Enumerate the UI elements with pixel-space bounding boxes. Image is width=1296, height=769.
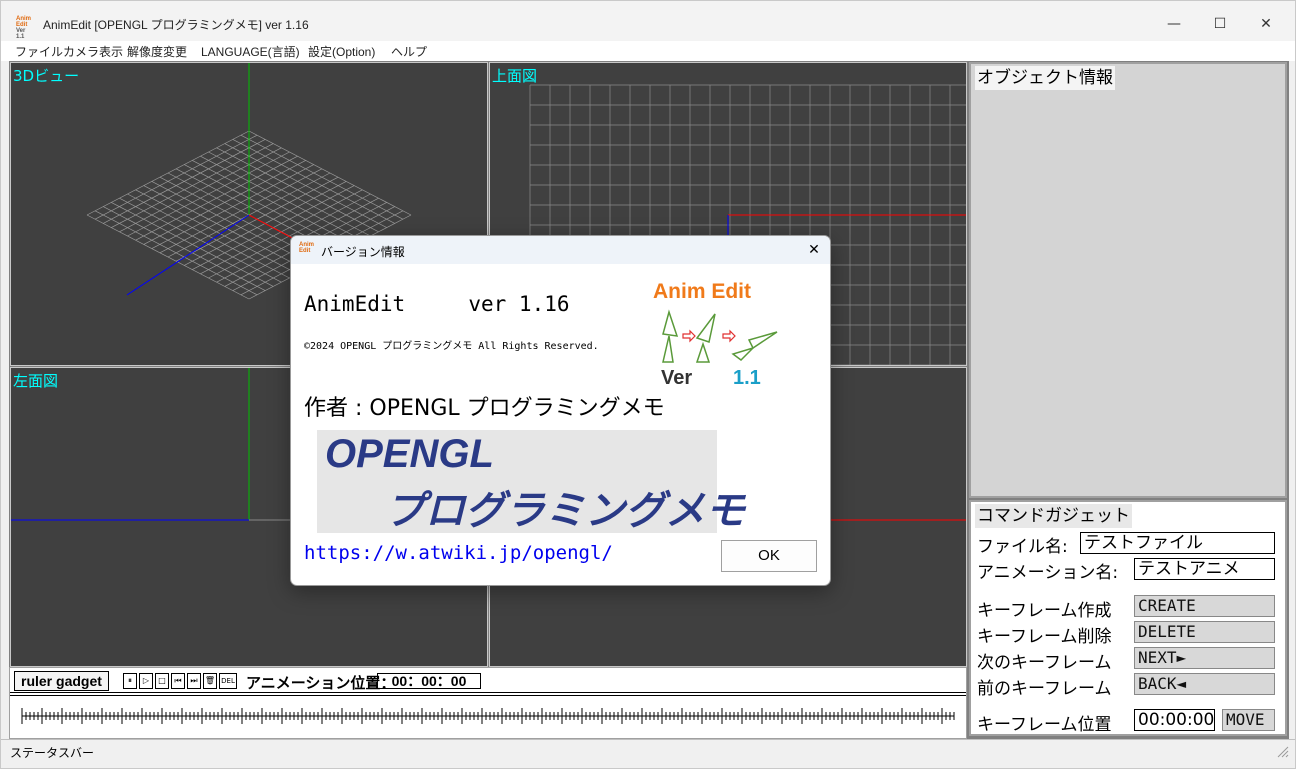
menu-camera[interactable]: カメラ表示: [63, 43, 123, 60]
dialog-title: バージョン情報: [321, 245, 405, 259]
object-info-panel: オブジェクト情報: [969, 62, 1287, 498]
dialog-close-button[interactable]: ✕: [802, 238, 826, 262]
dialog-icon-text-2: Edit: [299, 248, 311, 254]
website-link[interactable]: https://w.atwiki.jp/opengl/: [304, 542, 613, 564]
minimize-button[interactable]: —: [1151, 9, 1197, 39]
menu-bar: ファイル カメラ表示 解像度変更 LANGUAGE(言語) 設定(Option)…: [1, 41, 1295, 61]
keyframe-pos-label: キーフレーム位置: [977, 715, 1112, 735]
menu-file[interactable]: ファイル: [15, 43, 63, 60]
banner-line1: OPENGL: [325, 432, 494, 476]
command-gadget-panel: コマンドガジェット ファイル名: テストファイル アニメーション名: テストアニ…: [969, 500, 1287, 736]
viewport-left-label: 左面図: [13, 372, 59, 390]
app-icon-text-3: Ver 1.1: [16, 28, 26, 40]
anim-pos-value: 00：00：00: [377, 673, 481, 689]
anim-edit-logo: Anim Edit Ver 1.1: [653, 280, 778, 388]
menu-help[interactable]: ヘルプ: [391, 43, 427, 60]
keyframe-delete-label: キーフレーム削除: [977, 627, 1112, 647]
window-title: AnimEdit [OPENGL プログラミングメモ] ver 1.16: [43, 18, 309, 32]
ok-button[interactable]: OK: [721, 540, 817, 572]
ruler-gadget: ruler gadget ⏸ ▷ □ ⏮ ⏭ 🗑 DEL アニメーション位置： …: [9, 667, 967, 739]
status-bar: ステータスバー: [1, 739, 1295, 763]
menu-resolution[interactable]: 解像度変更: [127, 43, 187, 60]
menu-language[interactable]: LANGUAGE(言語): [201, 43, 300, 60]
logo-title: Anim Edit: [653, 280, 751, 303]
close-button[interactable]: ✕: [1243, 9, 1289, 39]
logo-ver: Ver: [661, 367, 692, 388]
object-info-header: オブジェクト情報: [975, 66, 1115, 90]
skip-start-icon[interactable]: ⏮: [171, 673, 185, 689]
anim-name-field[interactable]: テストアニメ: [1134, 558, 1275, 580]
file-name-label: ファイル名:: [977, 537, 1068, 557]
pause-icon[interactable]: ⏸: [123, 673, 137, 689]
dialog-author: 作者 : OPENGL プログラミングメモ: [304, 396, 665, 421]
logo-num: 1.1: [733, 367, 761, 388]
trash-icon[interactable]: 🗑: [203, 673, 217, 689]
timeline-ruler[interactable]: [12, 698, 964, 734]
opengl-banner: OPENGL プログラミングメモ: [317, 430, 745, 533]
keyframe-next-label: 次のキーフレーム: [977, 653, 1112, 673]
viewport-3d-label: 3Dビュー: [13, 67, 80, 85]
next-button[interactable]: NEXT►: [1134, 647, 1275, 669]
stop-icon[interactable]: □: [155, 673, 169, 689]
viewport-top-label: 上面図: [492, 67, 538, 85]
maximize-button[interactable]: ☐: [1197, 9, 1243, 39]
back-button[interactable]: BACK◄: [1134, 673, 1275, 695]
command-gadget-header: コマンドガジェット: [975, 504, 1132, 528]
ruler-gadget-label: ruler gadget: [14, 671, 109, 691]
play-icon[interactable]: ▷: [139, 673, 153, 689]
dialog-app-version: AnimEdit ver 1.16: [304, 292, 570, 316]
banner-line2: プログラミングメモ: [385, 489, 745, 533]
menu-settings[interactable]: 設定(Option): [308, 43, 375, 60]
app-window: Anim Edit Ver 1.1 AnimEdit [OPENGL プログラミ…: [0, 0, 1296, 769]
dialog-title-bar[interactable]: Anim Edit バージョン情報 ✕: [291, 236, 830, 264]
status-text: ステータスバー: [10, 746, 95, 760]
delete-button[interactable]: DELETE: [1134, 621, 1275, 643]
skip-end-icon[interactable]: ⏭: [187, 673, 201, 689]
keyframe-create-label: キーフレーム作成: [977, 601, 1112, 621]
del-icon[interactable]: DEL: [219, 673, 237, 689]
keyframe-back-label: 前のキーフレーム: [977, 679, 1112, 699]
resize-grip-icon[interactable]: [1277, 746, 1289, 758]
move-button[interactable]: MOVE: [1222, 709, 1275, 731]
app-icon: Anim Edit Ver 1.1: [16, 16, 34, 40]
file-name-field[interactable]: テストファイル: [1080, 532, 1275, 554]
dialog-app-icon: Anim Edit: [299, 242, 314, 254]
version-dialog: Anim Edit バージョン情報 ✕ AnimEdit ver 1.16 ©2…: [290, 235, 831, 586]
ruler-divider: [10, 692, 966, 696]
anim-pos-label: アニメーション位置：: [246, 675, 396, 692]
anim-name-label: アニメーション名:: [977, 563, 1119, 583]
keyframe-pos-field[interactable]: 00:00:00: [1134, 709, 1215, 731]
create-button[interactable]: CREATE: [1134, 595, 1275, 617]
title-bar[interactable]: Anim Edit Ver 1.1 AnimEdit [OPENGL プログラミ…: [1, 1, 1295, 41]
dialog-copyright: ©2024 OPENGL プログラミングメモ All Rights Reserv…: [304, 341, 599, 352]
